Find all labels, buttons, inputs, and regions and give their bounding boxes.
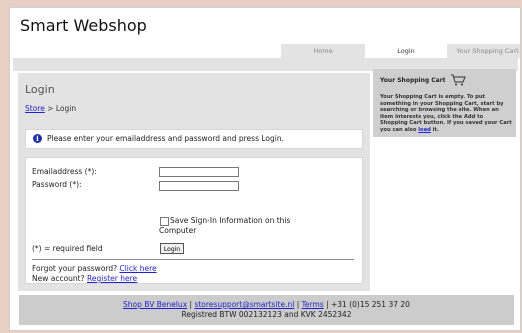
email-field[interactable] xyxy=(159,167,239,177)
password-field[interactable] xyxy=(159,181,239,191)
forgot-password-link[interactable]: Click here xyxy=(119,264,156,273)
tab-shopping-cart[interactable]: Your Shopping Cart xyxy=(446,44,520,58)
breadcrumb-store-link[interactable]: Store xyxy=(25,104,45,113)
breadcrumb-separator: > xyxy=(44,104,56,113)
cart-description: Your Shopping Cart is empty. To put some… xyxy=(380,94,512,134)
cart-load-link[interactable]: load xyxy=(418,127,431,133)
footer-email-link[interactable]: storesupport@smartsite.nl xyxy=(194,300,294,309)
footer-company-link[interactable]: Shop BV Benelux xyxy=(123,300,187,309)
shopping-cart-box: Your Shopping Cart Your Shopping Cart is… xyxy=(373,69,516,137)
forgot-text: Forgot your password? xyxy=(32,264,120,273)
info-notice: i Please enter your emailaddress and pas… xyxy=(25,129,363,149)
remember-checkbox[interactable] xyxy=(160,217,169,226)
page-title: Login xyxy=(25,83,55,96)
footer-links: Shop BV Benelux | storesupport@smartsite… xyxy=(19,300,514,310)
info-icon: i xyxy=(33,134,42,143)
footer-separator: | xyxy=(294,300,302,309)
shopping-cart-icon xyxy=(451,74,466,86)
tab-home[interactable]: Home xyxy=(280,44,365,58)
footer-phone: | +31 (0)15 251 37 20 xyxy=(323,300,410,309)
main-panel: Login Store > Login i Please enter your … xyxy=(18,73,370,291)
login-button[interactable]: Login xyxy=(160,243,184,254)
cart-title: Your Shopping Cart xyxy=(380,77,446,84)
footer-registration: Registred BTW 002132123 and KVK 2452342 xyxy=(181,310,352,319)
page-frame: Smart Webshop Home Login Your Shopping C… xyxy=(9,7,521,331)
password-label: Password (*): xyxy=(32,180,82,189)
forgot-password-row: Forgot your password? Click here xyxy=(32,264,157,273)
nav-tabs: Home Login Your Shopping Cart xyxy=(280,44,520,58)
new-account-row: New account? Register here xyxy=(32,274,137,283)
footer: Shop BV Benelux | storesupport@smartsite… xyxy=(19,295,514,325)
required-note: (*) = required field xyxy=(32,244,103,253)
tab-login[interactable]: Login xyxy=(365,44,446,58)
footer-terms-link[interactable]: Terms xyxy=(302,300,324,309)
cart-text: Your Shopping Cart is empty. To put some… xyxy=(380,94,512,133)
form-divider xyxy=(32,259,354,260)
notice-text: Please enter your emailaddress and passw… xyxy=(47,134,284,143)
login-form: Emailaddress (*): Password (*): Save Sig… xyxy=(25,157,363,284)
new-account-text: New account? xyxy=(32,274,87,283)
site-title: Smart Webshop xyxy=(20,16,147,35)
breadcrumb-current: Login xyxy=(55,104,77,113)
remember-label: Save Sign-In Information on this Compute… xyxy=(159,216,291,235)
register-link[interactable]: Register here xyxy=(87,274,137,283)
email-label: Emailaddress (*): xyxy=(32,167,97,176)
cart-text-end: it. xyxy=(430,126,439,133)
breadcrumb: Store > Login xyxy=(25,104,76,113)
